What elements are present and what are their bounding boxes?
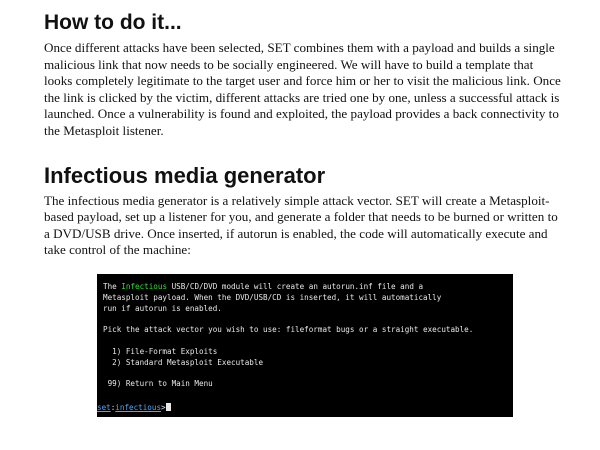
section-heading-how-to: How to do it...: [44, 11, 182, 34]
terminal-output: The Infectious USB/CD/DVD module will cr…: [103, 282, 507, 390]
section-paragraph-how-to: Once different attacks have been selecte…: [44, 40, 561, 138]
terminal-intro-rest: USB/CD/DVD module will create an autorun…: [167, 282, 424, 291]
terminal-line-3: run if autorun is enabled.: [103, 303, 222, 313]
terminal-intro-prefix: The: [103, 282, 122, 291]
section-paragraph-infectious-media: The infectious media generator is a rela…: [44, 192, 558, 258]
terminal-option-1: 1) File-Format Exploits: [103, 346, 218, 356]
terminal-screenshot: The Infectious USB/CD/DVD module will cr…: [97, 274, 513, 417]
terminal-prompt[interactable]: set:infectious>: [97, 403, 171, 413]
document-page: How to do it... Once different attacks h…: [44, 10, 564, 259]
terminal-option-99: 99) Return to Main Menu: [103, 379, 213, 389]
section-heading-infectious-media: Infectious media generator: [44, 162, 326, 188]
cursor-icon: [165, 403, 171, 411]
prompt-module: infectious: [115, 403, 162, 412]
terminal-line-4: Pick the attack vector you wish to use: …: [103, 325, 474, 335]
terminal-line-2: Metasploit payload. When the DVD/USB/CD …: [103, 292, 442, 302]
terminal-highlight-word: Infectious: [121, 282, 168, 291]
prompt-set: set: [97, 403, 111, 412]
terminal-option-2: 2) Standard Metasploit Executable: [103, 357, 264, 367]
